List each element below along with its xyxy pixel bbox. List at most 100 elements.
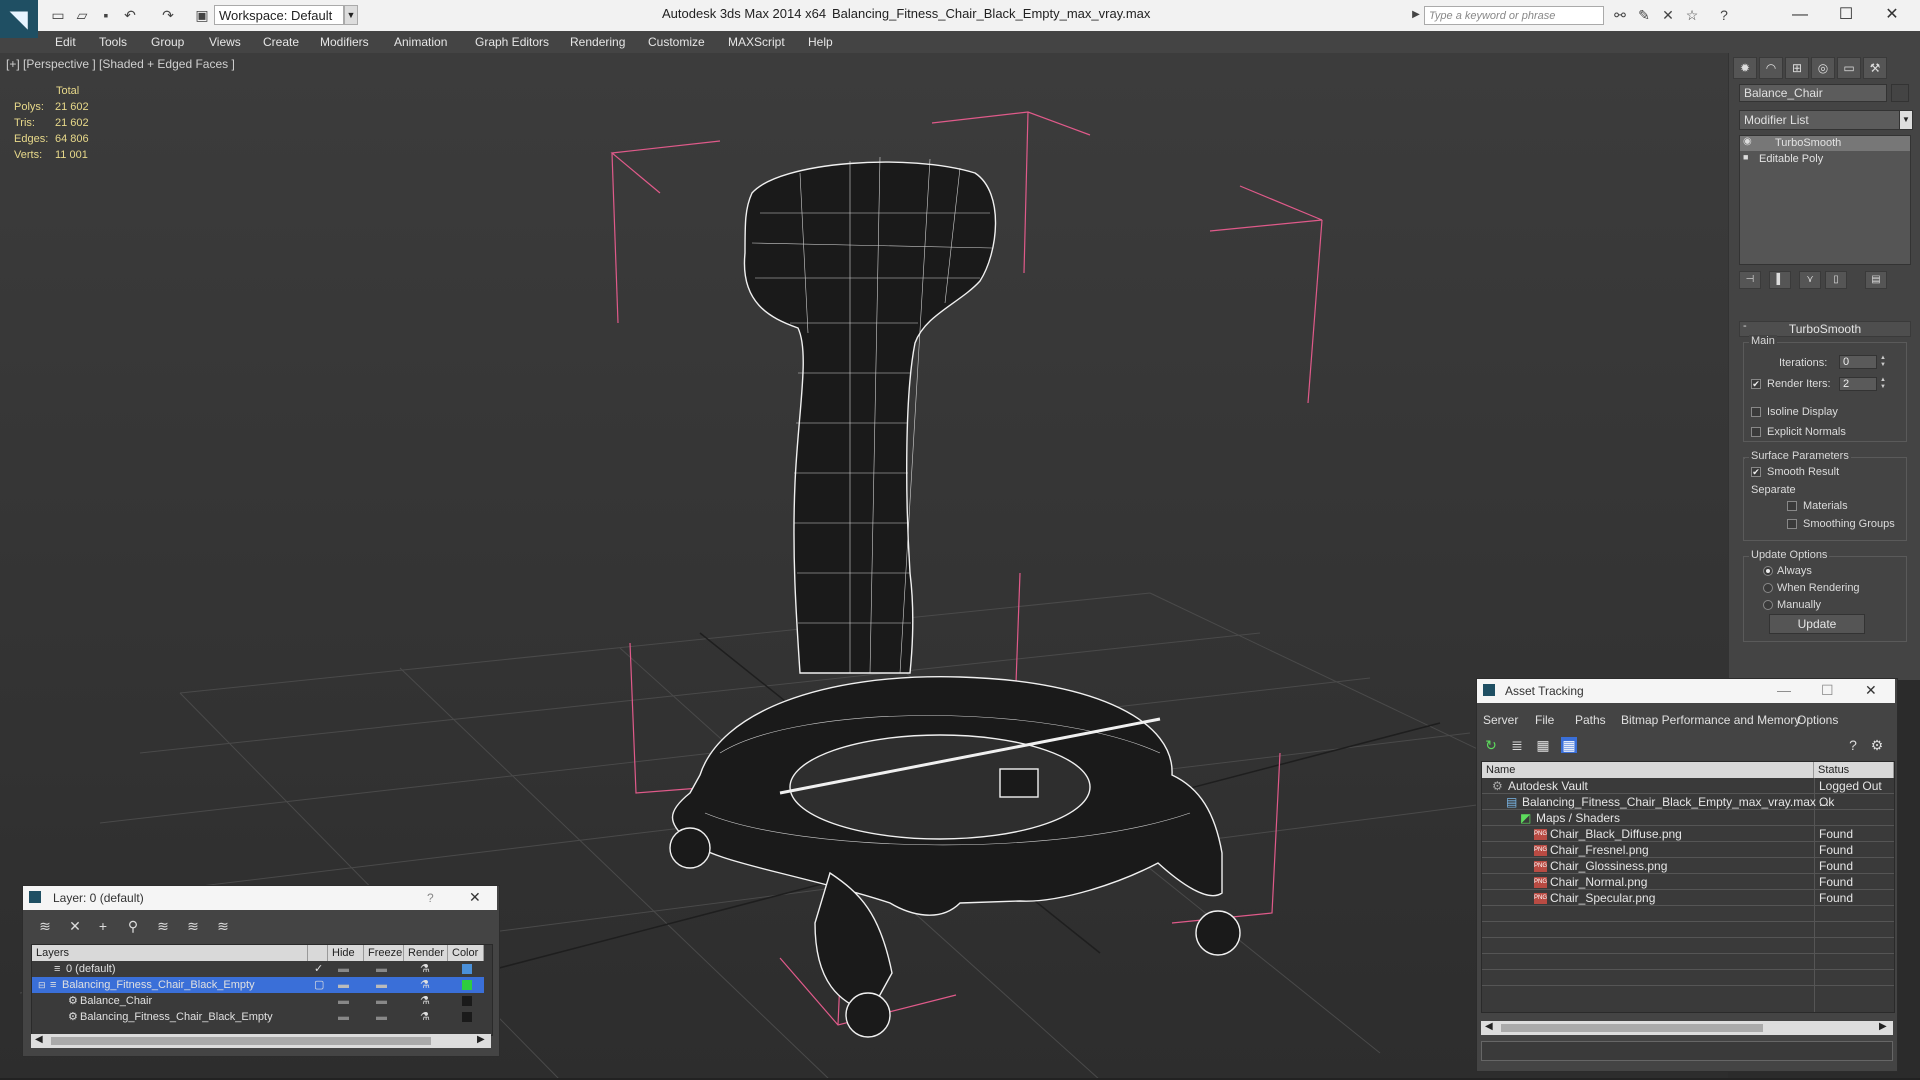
freeze-toggle[interactable]: ▬ [376,977,387,993]
object-name-field[interactable]: Balance_Chair [1739,84,1887,102]
menu-views[interactable]: Views [209,35,241,49]
teapot-icon[interactable]: ⚗ [420,977,430,993]
object-color-swatch[interactable] [1891,84,1909,102]
layer-row[interactable]: ⚙ Balance_Chair ▬ ▬ ⚗ [32,993,484,1009]
modify-tab-icon[interactable]: ◠ [1759,57,1783,79]
freeze-all-icon[interactable]: ≋ [215,918,231,934]
minimize-button[interactable]: — [1777,682,1791,698]
hide-toggle[interactable]: ▬ [338,993,349,1009]
hide-toggle[interactable]: ▬ [338,1009,349,1025]
display-tab-icon[interactable]: ▭ [1837,57,1861,79]
column-color[interactable]: Color [448,945,484,961]
explicit-normals-checkbox[interactable] [1751,427,1761,437]
workspace-dropdown[interactable]: Workspace: Default [214,5,344,25]
help-icon[interactable]: ? [1845,737,1861,753]
always-radio[interactable] [1763,566,1773,576]
app-logo[interactable]: ◥ [0,0,38,38]
help-icon[interactable]: ? [1716,7,1732,23]
subscription-icon[interactable]: ✎ [1636,7,1652,23]
list-view-icon[interactable]: ≣ [1509,737,1525,753]
menu-modifiers[interactable]: Modifiers [320,35,369,49]
close-button[interactable]: ✕ [1872,2,1912,28]
layer-row[interactable]: ⚙ Balancing_Fitness_Chair_Black_Empty ▬ … [32,1009,484,1025]
maximize-button[interactable]: ☐ [1826,2,1866,28]
delete-layer-icon[interactable]: ✕ [67,918,83,934]
undo-icon[interactable]: ↶ [122,7,138,23]
maximize-button[interactable]: ☐ [1821,682,1834,699]
menu-group[interactable]: Group [151,35,184,49]
menu-paths[interactable]: Paths [1575,713,1606,727]
motion-tab-icon[interactable]: ◎ [1811,57,1835,79]
freeze-toggle[interactable]: ▬ [376,1009,387,1025]
close-button[interactable]: ✕ [1865,682,1877,699]
freeze-toggle[interactable]: ▬ [376,993,387,1009]
render-iters-checkbox[interactable]: ✔ [1751,379,1761,389]
teapot-icon[interactable]: ⚗ [420,1009,430,1025]
stack-item-editable-poly[interactable]: Editable Poly [1759,153,1823,165]
layer-color-swatch[interactable] [462,964,472,974]
search-expand-icon[interactable]: ▶ [1408,7,1424,23]
scrollbar-thumb[interactable] [51,1037,431,1045]
scroll-left-icon[interactable]: ◀ [35,1034,43,1045]
asset-row[interactable]: PNG Chair_Black_Diffuse.png Found [1482,826,1894,842]
add-to-layer-icon[interactable]: + [95,918,111,934]
settings-icon[interactable]: ⚙ [1869,737,1885,753]
select-objects-icon[interactable]: ⚲ [125,918,141,934]
freeze-toggle[interactable]: ▬ [376,961,387,977]
menu-maxscript[interactable]: MAXScript [728,35,785,49]
when-rendering-radio[interactable] [1763,583,1773,593]
menu-customize[interactable]: Customize [648,35,705,49]
utilities-tab-icon[interactable]: ⚒ [1863,57,1887,79]
thumbnail-view-icon[interactable]: ▦ [1535,737,1551,753]
menu-file[interactable]: File [1535,713,1554,727]
remove-modifier-icon[interactable]: ▯ [1825,271,1847,289]
menu-server[interactable]: Server [1483,713,1518,727]
column-status[interactable]: Status [1814,762,1894,778]
smoothing-groups-checkbox[interactable] [1787,519,1797,529]
lightbulb-icon[interactable]: ◉ [1743,136,1752,147]
favorites-star-icon[interactable]: ☆ [1684,7,1700,23]
layer-dialog-titlebar[interactable]: Layer: 0 (default) ? ✕ [23,886,497,910]
asset-row[interactable]: ▤ Balancing_Fitness_Chair_Black_Empty_ma… [1482,794,1894,810]
stack-toggle-icon[interactable]: ■ [1743,152,1748,162]
project-folder-icon[interactable]: ▣ [194,7,210,23]
layer-color-swatch[interactable] [462,1012,472,1022]
hide-toggle[interactable]: ▬ [338,977,349,993]
isoline-display-checkbox[interactable] [1751,407,1761,417]
asset-row[interactable]: PNG Chair_Specular.png Found [1482,890,1894,906]
asset-row[interactable]: PNG Chair_Fresnel.png Found [1482,842,1894,858]
menu-options[interactable]: Options [1797,713,1838,727]
hide-toggle[interactable]: ▬ [338,961,349,977]
menu-animation[interactable]: Animation [394,35,447,49]
column-freeze[interactable]: Freeze [364,945,404,961]
help-button[interactable]: ? [427,891,434,905]
render-iters-spinner[interactable]: 2 [1839,377,1877,391]
hierarchy-tab-icon[interactable]: ⊞ [1785,57,1809,79]
layer-color-swatch[interactable] [462,996,472,1006]
minimize-button[interactable]: — [1780,2,1820,28]
open-file-icon[interactable]: ▱ [74,7,90,23]
menu-create[interactable]: Create [263,35,299,49]
spinner-arrows-icon[interactable]: ▲ ▼ [1879,377,1887,391]
new-file-icon[interactable]: ▭ [50,7,66,23]
search-input[interactable]: Type a keyword or phrase [1424,6,1604,25]
scrollbar-thumb[interactable] [1501,1024,1763,1032]
collapse-icon[interactable]: ⊟ [38,977,46,993]
menu-help[interactable]: Help [808,35,833,49]
smooth-result-checkbox[interactable]: ✔ [1751,467,1761,477]
scroll-right-icon[interactable]: ▶ [1879,1021,1887,1032]
asset-dialog-titlebar[interactable]: Asset Tracking — ☐ ✕ [1477,679,1895,703]
column-name[interactable]: Name [1482,762,1814,778]
binoculars-icon[interactable]: ⚯ [1612,7,1628,23]
stack-item-turbosmooth[interactable]: TurboSmooth [1775,137,1841,149]
chevron-down-icon[interactable]: ▼ [1899,110,1913,130]
spinner-arrows-icon[interactable]: ▲ ▼ [1879,355,1887,369]
menu-edit[interactable]: Edit [55,35,76,49]
teapot-icon[interactable]: ⚗ [420,993,430,1009]
asset-row[interactable]: PNG Chair_Normal.png Found [1482,874,1894,890]
viewport-label[interactable]: [+] [Perspective ] [Shaded + Edged Faces… [6,57,235,71]
teapot-icon[interactable]: ⚗ [420,961,430,977]
pin-stack-icon[interactable]: ⊣ [1739,271,1761,289]
manually-radio[interactable] [1763,600,1773,610]
table-view-icon[interactable]: ▦ [1561,737,1577,753]
